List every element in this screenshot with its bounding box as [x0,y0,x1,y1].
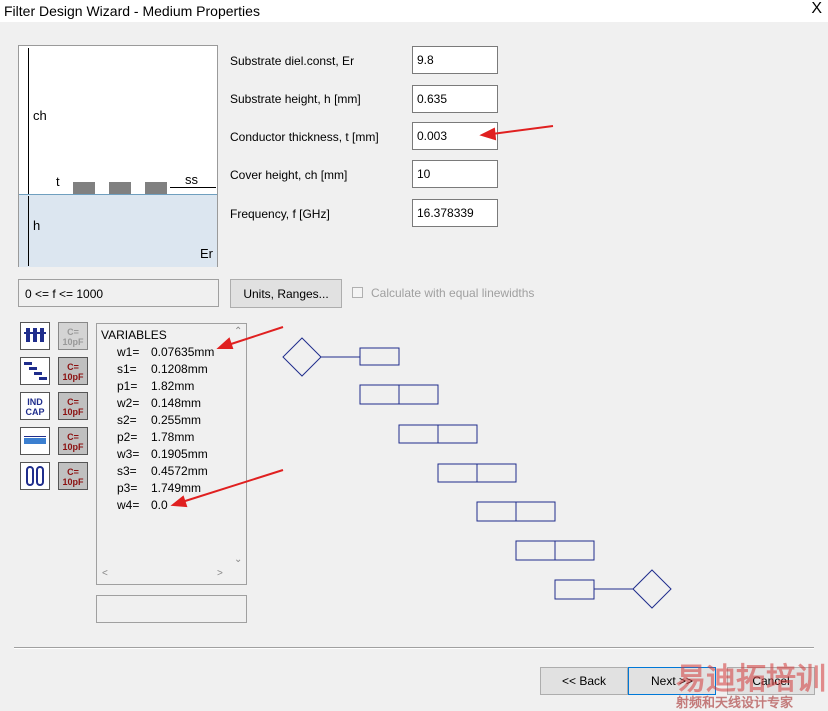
annotation-arrows [170,125,554,508]
coupled-section [398,384,439,405]
watermark-tagline: 射频和天线设计专家 [676,695,794,710]
coupled-section [359,347,400,366]
coupled-section [554,579,595,600]
coupled-section [476,501,517,522]
input-port-icon [282,337,322,377]
filter-schematic [170,125,672,609]
output-port-icon [632,569,672,609]
coupled-section [515,501,556,522]
coupled-section [398,424,439,444]
back-button[interactable]: << Back [540,667,628,695]
coupled-section [437,424,478,444]
coupled-section [476,463,517,483]
coupled-section [359,384,400,405]
coupled-section [437,463,478,483]
coupled-section [554,540,595,561]
divider [14,647,814,649]
coupled-section [515,540,556,561]
